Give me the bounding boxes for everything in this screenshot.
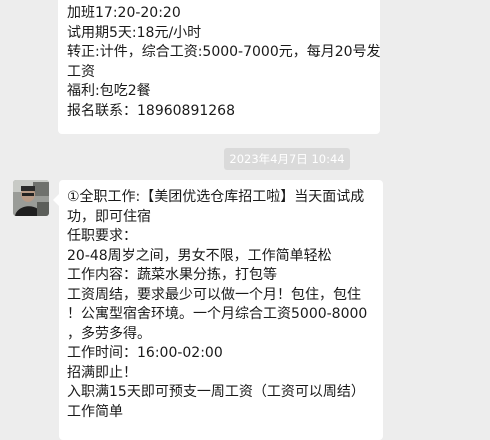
message-line: 加班17:20-20:20 — [67, 5, 181, 21]
message-timestamp: 2023年4月7日 10:44 — [224, 148, 350, 170]
avatar[interactable] — [13, 180, 49, 216]
message-line: 工资 — [67, 63, 95, 80]
message-line: 任职要求： — [67, 228, 137, 244]
message-line: 工作简单 — [67, 403, 123, 420]
message-line: 功，即可住宿 — [67, 208, 151, 225]
message-line: ①全职工作:【美团优选仓库招工啦】当天面试成 — [67, 189, 365, 205]
message-line: 福利:包吃2餐 — [67, 83, 151, 99]
message-line: 转正:计件，综合工资:5000-7000元，每月20号发 — [67, 44, 381, 60]
message-bubble-job-details[interactable]: 加班17:20-20:20 试用期5天:18元/小时 转正:计件，综合工资:50… — [58, 0, 381, 134]
message-line: 入职满15天即可预支一周工资（工资可以周结） — [67, 384, 365, 400]
message-line: 工资周结，要求最少可以做一个月！包住，包住 — [67, 286, 361, 303]
message-line: 试用期5天:18元/小时 — [67, 24, 202, 41]
message-line: ！公寓型宿舍环境。一个月综合工资5000-8000 — [67, 306, 368, 322]
message-line: 招满即止！ — [67, 364, 137, 381]
message-line: 报名联系：18960891268 — [67, 102, 235, 119]
message-line: 工作内容：蔬菜水果分拣，打包等 — [67, 267, 277, 283]
message-line: 20-48周岁之间，男女不限，工作简单轻松 — [67, 247, 332, 264]
message-line: 工作时间：16:00-02:00 — [67, 345, 223, 361]
avatar-image — [13, 180, 49, 216]
message-bubble-recruitment[interactable]: ①全职工作:【美团优选仓库招工啦】当天面试成 功，即可住宿 任职要求： 20-4… — [53, 180, 383, 440]
message-line: ，多劳多得。 — [67, 325, 151, 342]
